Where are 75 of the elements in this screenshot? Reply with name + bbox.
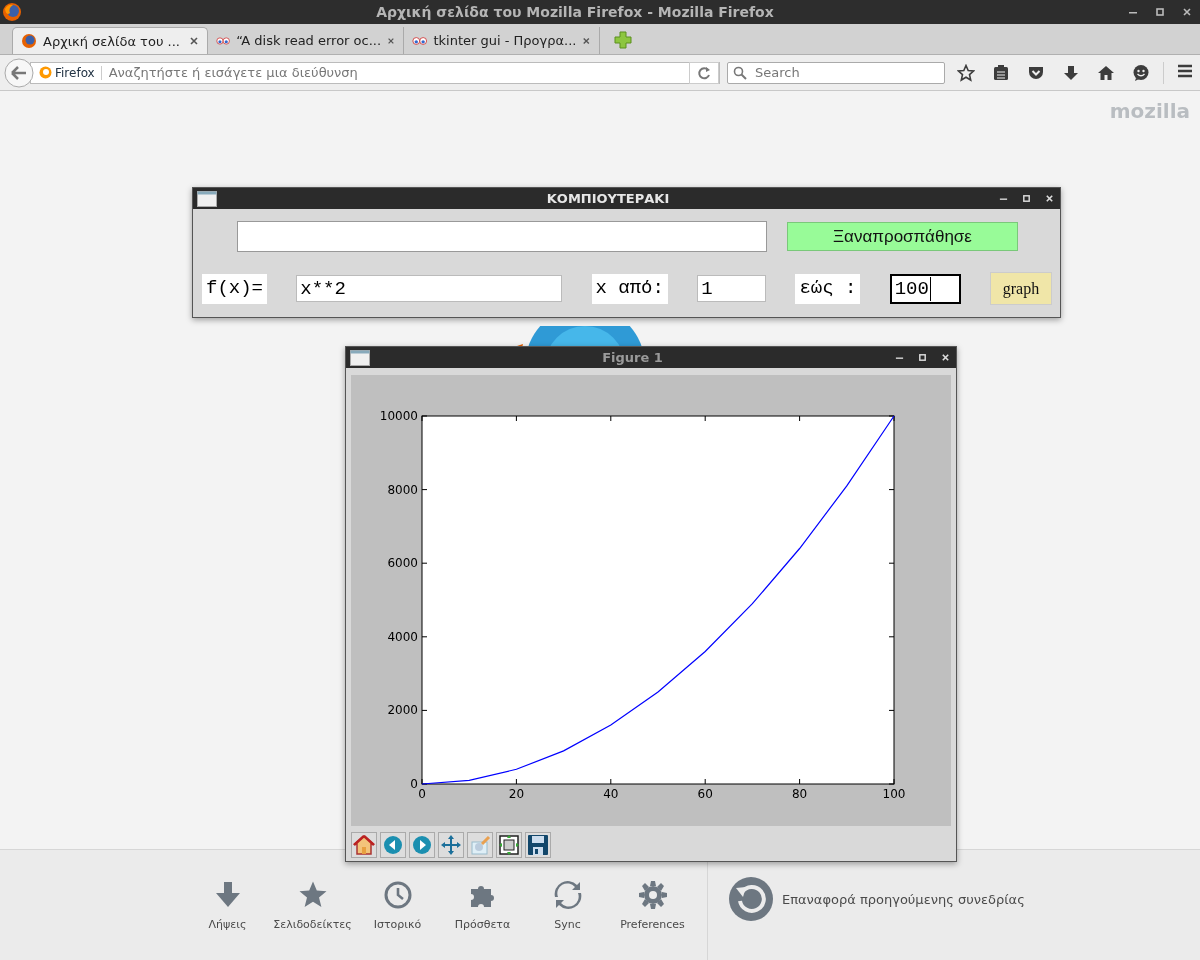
settings-icon — [637, 880, 668, 910]
launcher-button[interactable]: Preferences — [610, 880, 695, 931]
home-button[interactable] — [353, 834, 375, 856]
input-field[interactable]: 100 — [889, 273, 961, 304]
firefox-favicon-icon — [21, 33, 37, 49]
field-label: εώς : — [795, 273, 861, 304]
close-button[interactable] — [1182, 7, 1192, 17]
maximize-button[interactable] — [918, 353, 927, 362]
close-button[interactable] — [941, 353, 950, 362]
pan-button[interactable] — [440, 834, 462, 856]
launcher-button[interactable]: Σελιδοδείκτες — [270, 880, 355, 931]
window-title: Figure 1 — [601, 350, 664, 365]
address-field[interactable]: Firefox Αναζητήστε ή εισάγετε μια διεύθυνση — [30, 61, 720, 84]
input-field[interactable]: x**2 — [296, 275, 563, 302]
home-button[interactable] — [1097, 63, 1115, 82]
y-tick-label: 2000 — [387, 703, 418, 718]
address-input[interactable]: Αναζητήστε ή εισάγετε μια διεύθυνση — [106, 64, 689, 81]
search-field[interactable]: Search — [727, 61, 945, 84]
save-button[interactable] — [527, 834, 549, 856]
restore-session-button[interactable]: Επαναφορά προηγούμενης συνεδρίας — [728, 876, 1025, 922]
clock-icon — [382, 880, 413, 910]
close-tab-icon[interactable] — [189, 36, 199, 46]
x-tick-label: 60 — [697, 787, 713, 801]
sync-icon — [552, 880, 583, 910]
identity-label: Firefox — [55, 65, 95, 80]
y-tick-label: 0 — [410, 777, 418, 791]
launcher-button[interactable]: Πρόσθετα — [440, 880, 525, 931]
y-tick-label: 8000 — [387, 482, 418, 497]
maximize-button[interactable] — [1155, 7, 1165, 17]
bookmark-star-button[interactable] — [957, 63, 975, 82]
forward-button[interactable] — [411, 834, 433, 856]
launcher-button[interactable]: Ιστορικό — [355, 880, 440, 931]
y-tick-label: 6000 — [387, 556, 418, 571]
tab-label: “A disk read error oc... — [236, 33, 382, 48]
retry-button[interactable]: Ξαναπροσπάθησε — [787, 222, 1018, 251]
input-field[interactable]: 1 — [697, 275, 767, 302]
x-tick-label: 40 — [603, 787, 619, 801]
launcher-button[interactable]: Sync — [525, 880, 610, 931]
field-label: f(x)= — [202, 273, 267, 304]
result-field[interactable] — [237, 221, 767, 252]
eyes-favicon-icon — [216, 34, 231, 47]
reload-button[interactable] — [689, 61, 719, 84]
clipboard-button[interactable] — [992, 63, 1010, 82]
back-button[interactable] — [4, 57, 34, 88]
download-button[interactable] — [1062, 63, 1080, 82]
tab-label: Αρχική σελίδα του ... — [43, 33, 181, 49]
browser-tab[interactable]: tkinter gui - Προγρα... — [404, 27, 600, 54]
search-icon — [733, 65, 747, 80]
y-tick-label: 10000 — [379, 409, 418, 423]
window-title: ΚΟΜΠΙΟΥΤΕΡΑΚΙ — [545, 191, 671, 206]
window-icon — [197, 190, 217, 207]
x-tick-label: 80 — [791, 787, 808, 801]
tab-label: tkinter gui - Προγρα... — [433, 33, 577, 48]
x-tick-label: 20 — [508, 787, 525, 801]
graph-button[interactable]: graph — [989, 272, 1052, 305]
firefox-logo-icon — [2, 2, 22, 22]
back-button[interactable] — [382, 834, 404, 856]
window-icon — [350, 349, 370, 366]
x-tick-label: 100 — [882, 787, 906, 801]
close-button[interactable] — [1045, 194, 1054, 203]
field-label: x από: — [591, 273, 668, 304]
maximize-button[interactable] — [1022, 194, 1031, 203]
y-tick-label: 4000 — [387, 629, 418, 644]
browser-tab[interactable]: Αρχική σελίδα του ... — [12, 27, 208, 54]
eyes-favicon-icon — [412, 34, 428, 47]
launcher-button[interactable]: Λήψεις — [185, 880, 270, 931]
x-tick-label: 0 — [418, 787, 426, 801]
browser-tab[interactable]: “A disk read error oc... — [208, 27, 404, 54]
search-input[interactable]: Search — [753, 64, 944, 81]
mozilla-wordmark: mozilla — [1109, 99, 1190, 123]
close-tab-icon[interactable] — [582, 35, 591, 46]
window-title: Αρχική σελίδα του Mozilla Firefox - Mozilla Firefox — [375, 4, 775, 20]
configure-subplots-button[interactable] — [498, 834, 520, 856]
chat-button[interactable] — [1132, 63, 1150, 82]
firefox-icon — [39, 66, 52, 79]
